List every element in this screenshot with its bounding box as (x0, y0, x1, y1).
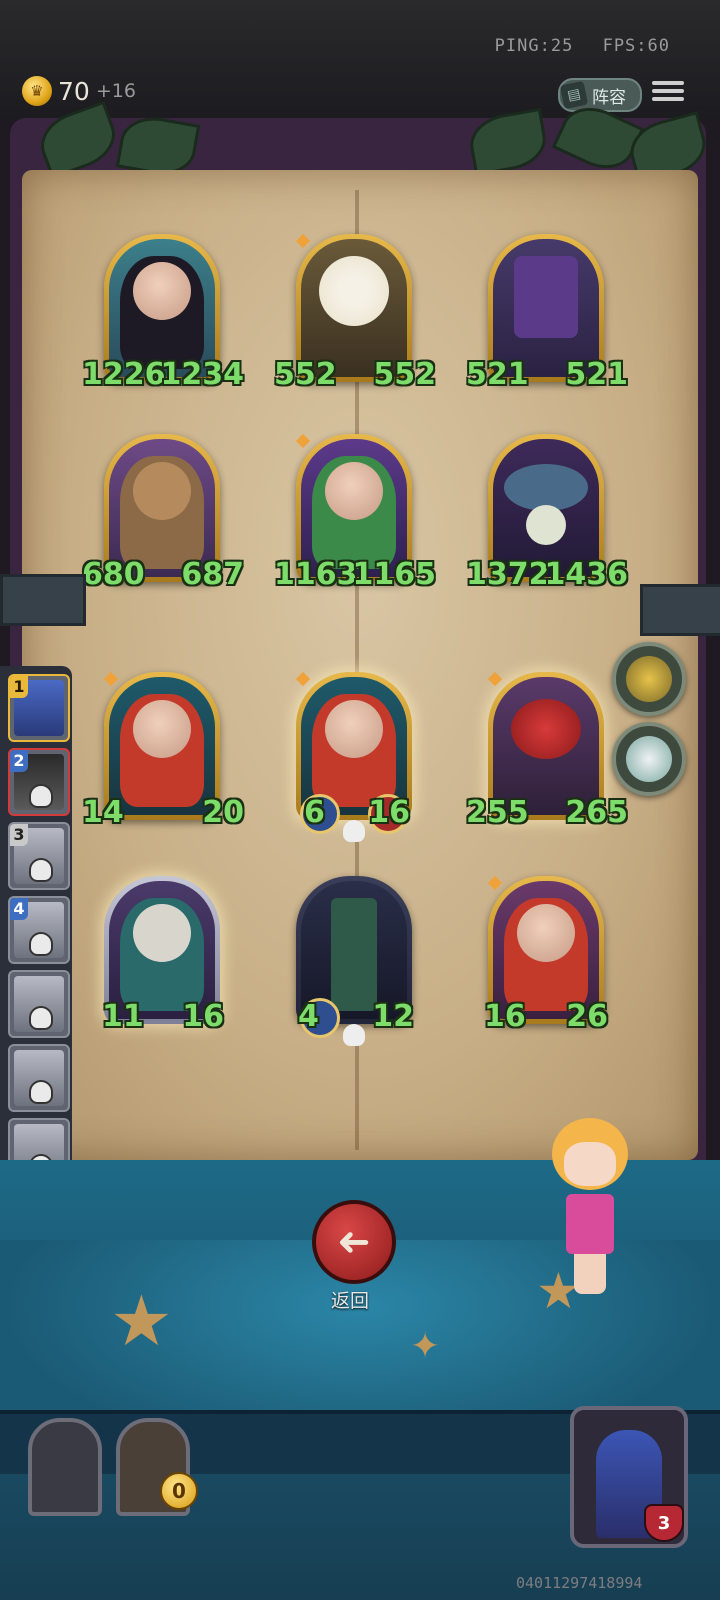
card-attack: 4 (298, 999, 319, 1034)
card-attack: 14 (82, 795, 124, 830)
card-health: 521 (565, 357, 628, 392)
opponent-slot[interactable] (8, 970, 70, 1038)
card-attack: 11 (102, 999, 144, 1034)
card-attack: 1163 (274, 557, 358, 592)
board-card[interactable]: 4 12 (296, 876, 414, 1046)
crown-coin-icon: ♛ (22, 76, 52, 106)
opponent-slot[interactable]: 2 (8, 748, 70, 816)
gold-value: 70 (58, 76, 90, 106)
menu-icon (652, 81, 684, 85)
board-card[interactable]: 16 26 (484, 875, 608, 1034)
side-button-bird[interactable] (612, 642, 686, 716)
rank-badge: 3 (10, 824, 28, 846)
card-attack: 1372 (466, 557, 550, 592)
skull-icon (29, 932, 53, 956)
shop-coin-counter: 0 (160, 1472, 198, 1510)
back-button[interactable]: ➜ (312, 1200, 396, 1284)
star-decoration: ✦ (410, 1326, 441, 1367)
card-attack: 521 (466, 357, 529, 392)
player-id: 04011297418994 (516, 1574, 643, 1592)
card-art (109, 677, 215, 815)
board-card[interactable]: 11 16 (102, 876, 224, 1034)
player-avatar-character (540, 1098, 640, 1298)
board-card[interactable]: 1372 1436 (466, 434, 628, 592)
card-attack: 680 (82, 557, 145, 592)
card-health: 20 (202, 795, 244, 830)
book-icon: ▤ (559, 80, 589, 110)
fps-readout: FPS:60 (602, 36, 670, 56)
card-attack: 1226 (82, 357, 166, 392)
network-status: PING:25 FPS:60 (477, 36, 670, 56)
gold-income: +16 (95, 80, 136, 102)
menu-button[interactable] (652, 78, 684, 108)
skull-icon (343, 1024, 365, 1046)
board-card[interactable]: 1163 1165 (274, 433, 436, 592)
card-health: 12 (372, 999, 414, 1034)
card-health: 265 (565, 795, 628, 830)
arrow-left-icon: ➜ (337, 1219, 371, 1265)
card-health: 26 (566, 999, 608, 1034)
board-card[interactable]: 14 20 (82, 671, 244, 830)
board-card[interactable]: 552 552 (274, 233, 436, 392)
rank-badge: 1 (10, 676, 28, 698)
skull-icon (343, 820, 365, 842)
golden-bird-icon (626, 656, 672, 702)
card-health: 1234 (160, 357, 245, 392)
opponent-slot[interactable]: 3 (8, 822, 70, 890)
card-health: 16 (182, 999, 224, 1034)
side-button-ghost[interactable] (612, 722, 686, 796)
lineup-label: 阵容 (592, 87, 626, 108)
star-decoration: ★ (110, 1280, 173, 1362)
card-attack: 16 (484, 999, 526, 1034)
card-health: 687 (181, 557, 244, 592)
card-health: 1165 (352, 557, 437, 592)
hero-health: 3 (644, 1504, 684, 1542)
skull-icon (29, 1006, 53, 1030)
skull-icon (29, 858, 53, 882)
menu-icon-line (652, 89, 684, 93)
gold-counter: ♛ 70 +16 (22, 76, 136, 106)
board-card[interactable]: 6 16 (295, 671, 412, 842)
card-health: 16 (368, 795, 410, 830)
board-card[interactable]: 255 265 (466, 671, 628, 830)
card-attack: 552 (274, 357, 337, 392)
skull-icon (29, 1080, 53, 1104)
opponent-slot[interactable] (8, 1044, 70, 1112)
opponent-slot[interactable]: 1 (8, 674, 70, 742)
card-attack: 6 (304, 795, 325, 830)
back-label: 返回 (330, 1290, 369, 1312)
board-arm-right (640, 584, 720, 636)
rank-badge: 2 (10, 750, 28, 772)
card-health: 552 (373, 357, 436, 392)
lineup-button[interactable]: ▤ 阵容 (558, 78, 642, 112)
ghost-monster-icon (626, 736, 672, 782)
ping-readout: PING:25 (494, 36, 574, 56)
board-card[interactable]: 521 521 (466, 234, 628, 392)
menu-icon-line (652, 97, 684, 101)
skull-icon (29, 784, 53, 808)
board-card[interactable]: 680 687 (82, 434, 244, 592)
shop-portrait (28, 1418, 102, 1516)
board-arm-left (0, 574, 86, 626)
opponent-slot[interactable]: 4 (8, 896, 70, 964)
board-card[interactable]: 1226 1234 (82, 234, 244, 392)
card-attack: 255 (466, 795, 529, 830)
card-health: 1436 (544, 557, 629, 592)
rank-badge: 4 (10, 898, 28, 920)
